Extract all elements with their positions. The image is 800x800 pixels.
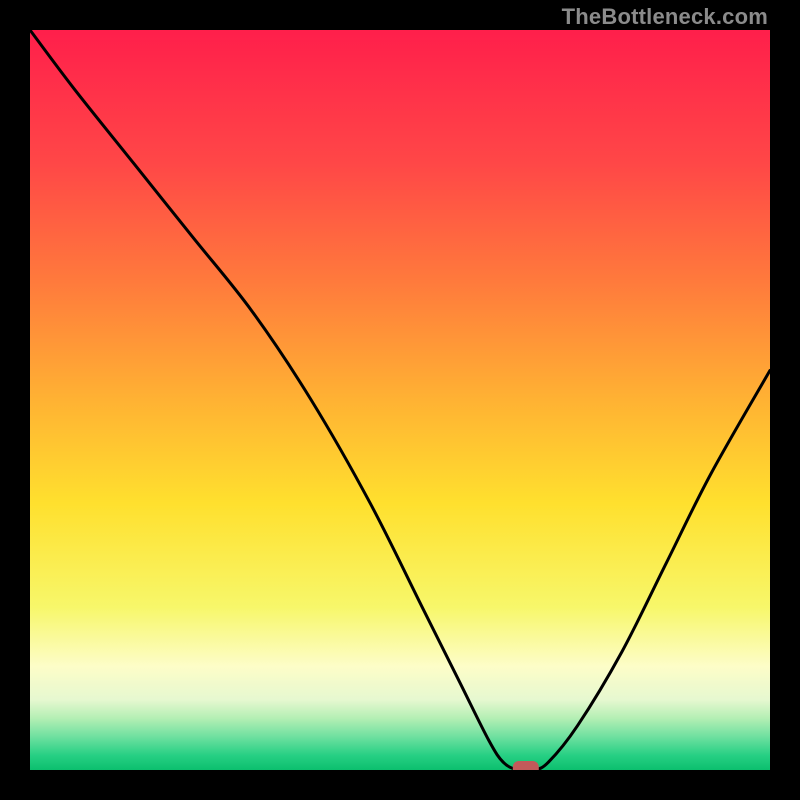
watermark-text: TheBottleneck.com xyxy=(562,4,768,30)
optimal-marker xyxy=(513,761,539,770)
chart-frame: TheBottleneck.com xyxy=(0,0,800,800)
gradient-background xyxy=(30,30,770,770)
chart-svg xyxy=(30,30,770,770)
plot-area xyxy=(30,30,770,770)
